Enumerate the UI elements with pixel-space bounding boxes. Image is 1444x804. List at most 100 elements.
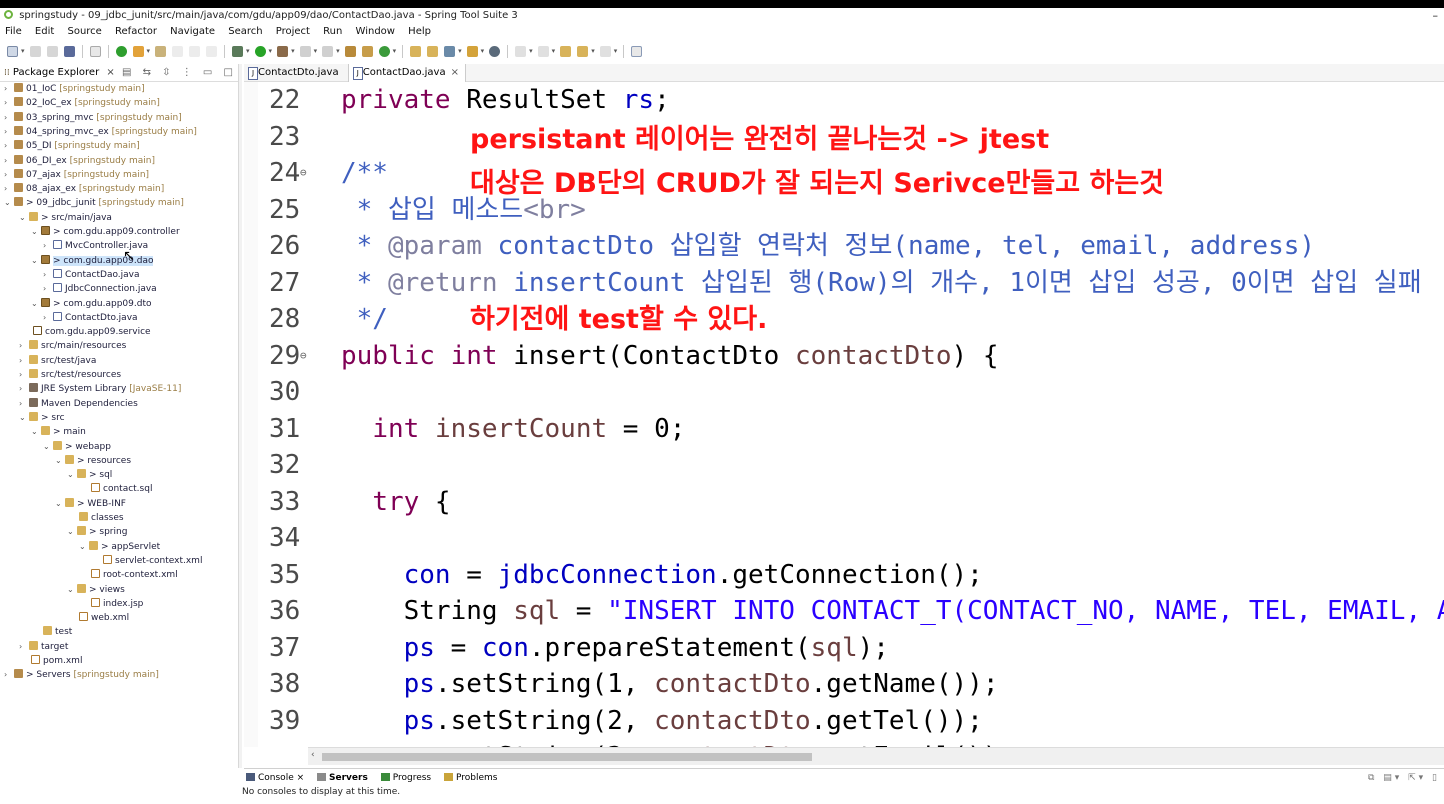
chevron-down-icon[interactable]: ⌄ — [55, 454, 65, 468]
chevron-down-icon[interactable]: ⌄ — [43, 440, 53, 454]
new-web-icon[interactable] — [378, 45, 390, 57]
tree-item[interactable]: › target — [19, 640, 68, 654]
tree-item[interactable]: ⌄ > webapp — [43, 440, 111, 454]
chevron-down-icon[interactable]: ⌄ — [19, 411, 29, 425]
close-icon[interactable]: × — [451, 67, 459, 78]
whitespace-icon[interactable] — [206, 45, 218, 57]
block-selection-icon[interactable] — [189, 45, 201, 57]
chevron-right-icon[interactable]: › — [4, 139, 14, 153]
skip-breakpoints-icon[interactable] — [89, 45, 101, 57]
tree-item[interactable]: › 06_DI_ex [springstudy main] — [4, 154, 155, 168]
web-browser-icon[interactable] — [489, 45, 501, 57]
chevron-right-icon[interactable]: › — [43, 282, 53, 296]
code-editor[interactable]: 22 private ResultSet rs; 23 24 ⊖/** 25 * 삽… — [244, 82, 1444, 747]
toggle-icon[interactable] — [172, 45, 184, 57]
scroll-left-icon[interactable]: ‹ — [311, 750, 315, 760]
chevron-down-icon[interactable]: ⌄ — [31, 297, 41, 311]
minimize-button[interactable]: – — [1433, 8, 1439, 23]
chevron-down-icon[interactable]: ⌄ — [67, 468, 77, 482]
horizontal-scrollbar[interactable]: ‹ — [308, 747, 1444, 765]
tree-item[interactable]: › src/main/resources — [19, 339, 126, 353]
tree-item[interactable]: contact.sql — [91, 482, 152, 496]
chevron-right-icon[interactable]: › — [43, 268, 53, 282]
new-class-icon[interactable] — [361, 45, 373, 57]
chevron-down-icon[interactable]: ⌄ — [31, 254, 41, 268]
chevron-right-icon[interactable]: › — [19, 640, 29, 654]
tree-item[interactable]: › JRE System Library [JavaSE-11] — [19, 382, 181, 396]
annotations-icon[interactable] — [466, 45, 478, 57]
tree-item[interactable]: ⌄ > src/main/java — [19, 211, 112, 225]
save-icon[interactable] — [29, 45, 41, 57]
tree-item[interactable]: index.jsp — [91, 597, 143, 611]
tab-progress[interactable]: Progress — [379, 769, 431, 787]
fold-marker-icon[interactable]: ⊖ — [300, 338, 307, 374]
tree-item[interactable]: pom.xml — [31, 654, 82, 668]
tree-item[interactable]: servlet-context.xml — [103, 554, 202, 568]
chevron-right-icon[interactable]: › — [4, 668, 14, 682]
tree-item[interactable]: ⌄ > views — [67, 583, 125, 597]
back-icon[interactable] — [577, 45, 589, 57]
terminal-icon[interactable] — [63, 45, 75, 57]
tree-item[interactable]: web.xml — [79, 611, 129, 625]
tree-item[interactable]: ⌄ > resources — [55, 454, 131, 468]
tree-item[interactable]: › 05_DI [springstudy main] — [4, 139, 140, 153]
tab-problems[interactable]: Problems — [442, 769, 497, 787]
ant-icon[interactable] — [155, 45, 167, 57]
spring-boot-dashboard-icon[interactable] — [115, 45, 127, 57]
menu-refactor[interactable]: Refactor — [115, 26, 157, 37]
chevron-right-icon[interactable]: › — [4, 125, 14, 139]
chevron-right-icon[interactable]: › — [4, 154, 14, 168]
tab-contactdao[interactable]: ContactDao.java× — [347, 64, 466, 82]
chevron-right-icon[interactable]: › — [19, 354, 29, 368]
tree-item[interactable]: classes — [79, 511, 124, 525]
chevron-down-icon[interactable]: ⌄ — [31, 225, 41, 239]
save-all-icon[interactable] — [46, 45, 58, 57]
chevron-right-icon[interactable]: › — [43, 239, 53, 253]
tree-item[interactable]: › 04_spring_mvc_ex [springstudy main] — [4, 125, 197, 139]
menu-edit[interactable]: Edit — [35, 26, 54, 37]
chevron-down-icon[interactable]: ⌄ — [55, 497, 65, 511]
forward-icon[interactable] — [599, 45, 611, 57]
panel-toolbar-icons[interactable]: ⧉ ▤▾ ⇱▾ ▯ — [1368, 769, 1440, 787]
search-icon[interactable] — [444, 45, 456, 57]
tree-item[interactable]: com.gdu.app09.service — [33, 325, 151, 339]
tree-item[interactable]: ⌄ > com.gdu.app09.dto — [31, 297, 151, 311]
menu-file[interactable]: File — [5, 26, 22, 37]
menu-window[interactable]: Window — [356, 26, 395, 37]
tree-item[interactable]: › > Servers [springstudy main] — [4, 668, 159, 682]
close-icon[interactable]: × — [297, 773, 305, 783]
fold-marker-icon[interactable]: ⊖ — [300, 155, 307, 191]
tree-item[interactable]: › ContactDto.java — [43, 311, 138, 325]
open-type-icon[interactable] — [410, 45, 422, 57]
menu-run[interactable]: Run — [323, 26, 342, 37]
tree-item[interactable]: › ContactDao.java — [43, 268, 140, 282]
chevron-down-icon[interactable]: ⌄ — [31, 425, 41, 439]
chevron-down-icon[interactable]: ⌄ — [67, 525, 77, 539]
scrollbar-thumb[interactable] — [322, 753, 812, 761]
tree-item-selected[interactable]: ⌄ > com.gdu.app09.dao — [31, 254, 154, 268]
tree-item[interactable]: › 03_spring_mvc [springstudy main] — [4, 111, 182, 125]
previous-annotation-icon[interactable] — [537, 45, 549, 57]
menu-source[interactable]: Source — [67, 26, 101, 37]
new-package-icon[interactable] — [344, 45, 356, 57]
tree-item[interactable]: › 07_ajax [springstudy main] — [4, 168, 149, 182]
menu-search[interactable]: Search — [228, 26, 262, 37]
close-icon[interactable]: × — [106, 67, 114, 78]
debug-icon[interactable] — [232, 45, 244, 57]
pane-divider[interactable] — [238, 64, 242, 768]
chevron-right-icon[interactable]: › — [4, 168, 14, 182]
server-icon[interactable] — [322, 45, 334, 57]
tree-item[interactable]: › src/test/resources — [19, 368, 121, 382]
run-icon[interactable] — [254, 45, 266, 57]
menu-project[interactable]: Project — [276, 26, 310, 37]
coverage-icon[interactable] — [299, 45, 311, 57]
open-task-icon[interactable] — [427, 45, 439, 57]
tree-item[interactable]: › 08_ajax_ex [springstudy main] — [4, 182, 164, 196]
tree-item[interactable]: ⌄ > 09_jdbc_junit [springstudy main] — [4, 196, 184, 210]
chevron-right-icon[interactable]: › — [19, 339, 29, 353]
tree-item[interactable]: › Maven Dependencies — [19, 397, 138, 411]
last-edit-icon[interactable] — [560, 45, 572, 57]
external-tools-icon[interactable] — [277, 45, 289, 57]
tab-servers[interactable]: Servers — [315, 769, 368, 787]
chevron-down-icon[interactable]: ⌄ — [19, 211, 29, 225]
